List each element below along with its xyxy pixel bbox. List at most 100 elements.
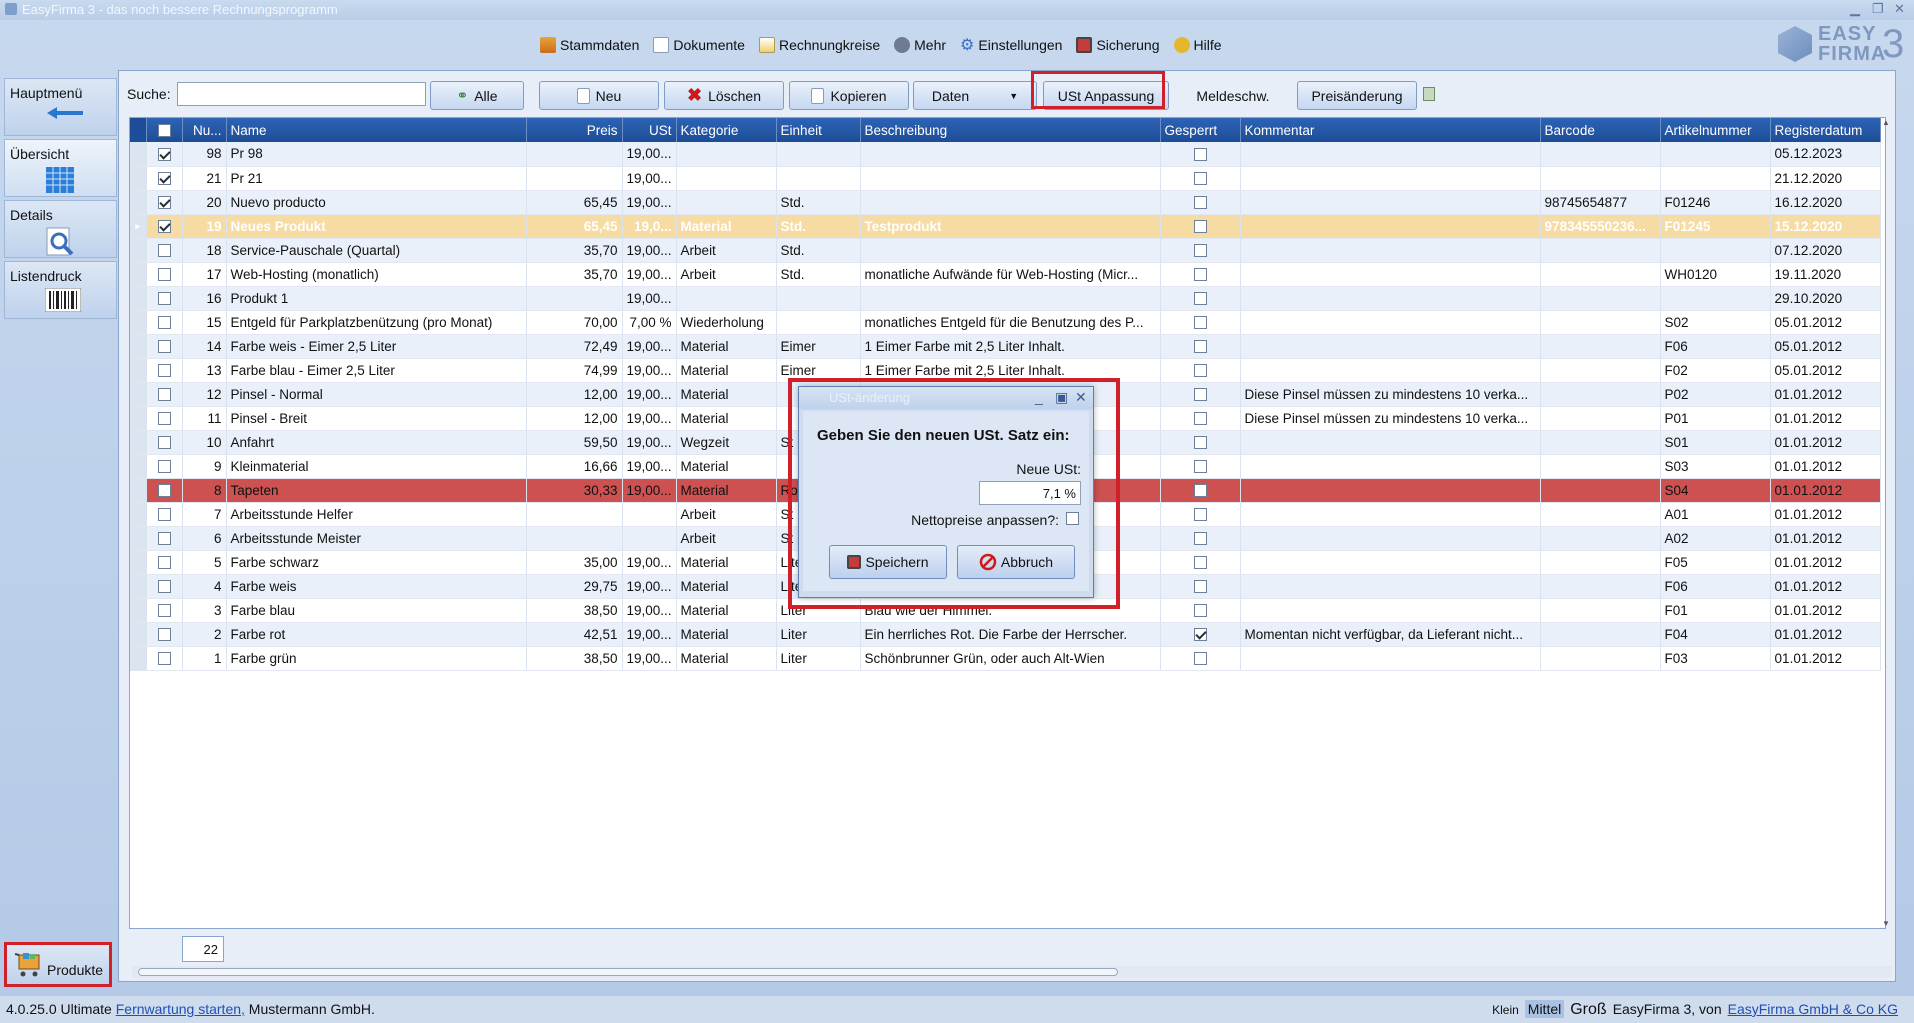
- row-header[interactable]: [130, 454, 147, 479]
- cell-kommentar[interactable]: [1240, 310, 1541, 335]
- cell-nr[interactable]: 20: [182, 190, 227, 215]
- cell-barcode[interactable]: [1540, 406, 1661, 431]
- row-header[interactable]: [130, 238, 147, 263]
- cell-gesperrt-checkbox[interactable]: [1160, 574, 1241, 599]
- cell-kat[interactable]: Material: [676, 598, 777, 623]
- cell-ust[interactable]: 7,00 %: [622, 310, 677, 335]
- cell-ust[interactable]: [622, 526, 677, 551]
- row-select-checkbox[interactable]: [146, 430, 183, 455]
- cell-artnr[interactable]: A01: [1660, 502, 1771, 527]
- cell-preis[interactable]: 12,00: [526, 382, 623, 407]
- cell-datum[interactable]: 01.01.2012: [1770, 502, 1881, 527]
- cell-datum[interactable]: 01.01.2012: [1770, 406, 1881, 431]
- speichern-button[interactable]: Speichern: [829, 545, 947, 579]
- vendor-link[interactable]: EasyFirma GmbH & Co KG: [1728, 1001, 1898, 1017]
- cell-kommentar[interactable]: [1240, 454, 1541, 479]
- cell-barcode[interactable]: [1540, 310, 1661, 335]
- select-all-checkbox[interactable]: [146, 118, 183, 142]
- row-select-checkbox[interactable]: [146, 574, 183, 599]
- cell-beschr[interactable]: [860, 142, 1161, 167]
- sidebar-item-uebersicht[interactable]: Übersicht: [4, 139, 117, 197]
- row-select-checkbox[interactable]: [146, 382, 183, 407]
- preisaenderung-button[interactable]: Preisänderung: [1297, 81, 1417, 110]
- cell-gesperrt-checkbox[interactable]: [1160, 166, 1241, 191]
- row-select-checkbox[interactable]: [146, 142, 183, 167]
- cell-gesperrt-checkbox[interactable]: [1160, 406, 1241, 431]
- cell-name[interactable]: Farbe rot: [226, 622, 527, 647]
- cell-kat[interactable]: Arbeit: [676, 262, 777, 287]
- cell-kommentar[interactable]: [1240, 214, 1541, 239]
- menu-rechnungkreise[interactable]: Rechnungkreise: [758, 34, 880, 56]
- row-header[interactable]: [130, 622, 147, 647]
- cell-datum[interactable]: 01.01.2012: [1770, 478, 1881, 503]
- cell-name[interactable]: Service-Pauschale (Quartal): [226, 238, 527, 263]
- cell-barcode[interactable]: [1540, 622, 1661, 647]
- menu-stammdaten[interactable]: Stammdaten: [540, 34, 639, 56]
- menu-hilfe[interactable]: Hilfe: [1173, 34, 1222, 56]
- cell-einheit[interactable]: Std.: [776, 238, 861, 263]
- table-row[interactable]: 2 Farbe rot 42,51 19,00... Material Liter Ein …: [130, 622, 1881, 647]
- cell-kommentar[interactable]: [1240, 286, 1541, 311]
- cell-artnr[interactable]: S04: [1660, 478, 1771, 503]
- cell-artnr[interactable]: F05: [1660, 550, 1771, 575]
- cell-datum[interactable]: 05.12.2023: [1770, 142, 1881, 167]
- cell-kat[interactable]: [676, 190, 777, 215]
- cell-ust[interactable]: 19,00...: [622, 334, 677, 359]
- cell-artnr[interactable]: P02: [1660, 382, 1771, 407]
- cell-einheit[interactable]: [776, 286, 861, 311]
- cell-kat[interactable]: Material: [676, 478, 777, 503]
- neu-button[interactable]: Neu: [539, 81, 659, 110]
- cell-name[interactable]: Farbe blau - Eimer 2,5 Liter: [226, 358, 527, 383]
- cell-barcode[interactable]: [1540, 334, 1661, 359]
- cell-beschr[interactable]: [860, 166, 1161, 191]
- minimize-icon[interactable]: ▁: [1850, 1, 1860, 17]
- row-select-checkbox[interactable]: [146, 454, 183, 479]
- cell-artnr[interactable]: F01: [1660, 598, 1771, 623]
- cell-gesperrt-checkbox[interactable]: [1160, 430, 1241, 455]
- scroll-up-icon[interactable]: ▲: [1882, 118, 1890, 127]
- cell-datum[interactable]: 19.11.2020: [1770, 262, 1881, 287]
- cell-nr[interactable]: 8: [182, 478, 227, 503]
- table-row[interactable]: 20 Nuevo producto 65,45 19,00... Std. 9874565…: [130, 190, 1881, 215]
- cell-preis[interactable]: 30,33: [526, 478, 623, 503]
- cell-datum[interactable]: 01.01.2012: [1770, 622, 1881, 647]
- cell-name[interactable]: Farbe grün: [226, 646, 527, 671]
- cell-kat[interactable]: Wegzeit: [676, 430, 777, 455]
- alle-button[interactable]: ⚭ Alle: [430, 81, 524, 110]
- cell-nr[interactable]: 16: [182, 286, 227, 311]
- cell-kat[interactable]: [676, 166, 777, 191]
- cell-kat[interactable]: Material: [676, 214, 777, 239]
- cell-artnr[interactable]: [1660, 238, 1771, 263]
- cell-barcode[interactable]: [1540, 454, 1661, 479]
- cell-preis[interactable]: 16,66: [526, 454, 623, 479]
- cell-ust[interactable]: 19,00...: [622, 646, 677, 671]
- cell-kommentar[interactable]: Diese Pinsel müssen zu mindestens 10 ver…: [1240, 406, 1541, 431]
- row-select-checkbox[interactable]: [146, 550, 183, 575]
- cell-name[interactable]: Pinsel - Normal: [226, 382, 527, 407]
- cell-name[interactable]: Farbe weis - Eimer 2,5 Liter: [226, 334, 527, 359]
- cell-nr[interactable]: 10: [182, 430, 227, 455]
- maximize-icon[interactable]: ❐: [1872, 1, 1884, 17]
- row-select-checkbox[interactable]: [146, 526, 183, 551]
- cell-datum[interactable]: 07.12.2020: [1770, 238, 1881, 263]
- module-produkte[interactable]: Produkte: [4, 942, 112, 987]
- size-gross[interactable]: Groß: [1570, 1001, 1606, 1019]
- cell-datum[interactable]: 16.12.2020: [1770, 190, 1881, 215]
- row-select-checkbox[interactable]: [146, 358, 183, 383]
- scroll-thumb[interactable]: [138, 968, 1118, 976]
- cell-nr[interactable]: 14: [182, 334, 227, 359]
- row-select-checkbox[interactable]: [146, 598, 183, 623]
- cell-kat[interactable]: Material: [676, 334, 777, 359]
- row-select-checkbox[interactable]: [146, 406, 183, 431]
- cell-gesperrt-checkbox[interactable]: [1160, 382, 1241, 407]
- row-select-checkbox[interactable]: [146, 166, 183, 191]
- cell-kat[interactable]: Material: [676, 646, 777, 671]
- cell-nr[interactable]: 6: [182, 526, 227, 551]
- table-row[interactable]: 18 Service-Pauschale (Quartal) 35,70 19,00.…: [130, 238, 1881, 263]
- cell-kommentar[interactable]: [1240, 358, 1541, 383]
- menu-einstellungen[interactable]: ⚙ Einstellungen: [960, 34, 1062, 56]
- cell-ust[interactable]: 19,00...: [622, 142, 677, 167]
- row-header[interactable]: [130, 406, 147, 431]
- size-klein[interactable]: Klein: [1492, 1003, 1519, 1017]
- cell-ust[interactable]: 19,00...: [622, 166, 677, 191]
